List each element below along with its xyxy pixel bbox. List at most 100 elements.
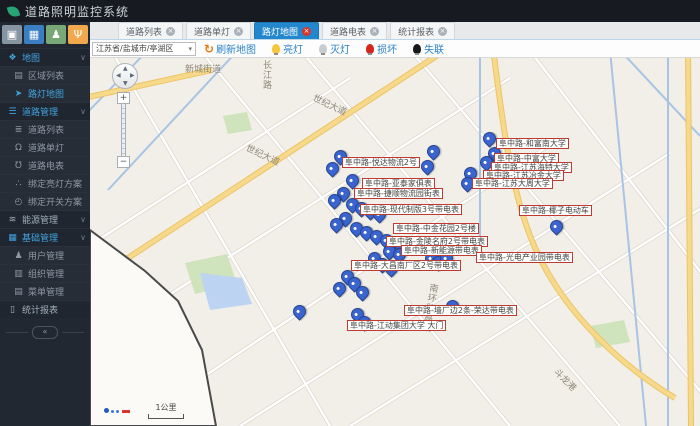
- sidebar-collapse-row: «: [0, 326, 90, 339]
- sidebar-item-label: 道路电表: [28, 162, 65, 172]
- street-name: 新城街道: [185, 65, 222, 75]
- app-logo-leaf-icon: [6, 4, 21, 18]
- sidebar-item-user-management[interactable]: ♟ 用户管理: [0, 246, 90, 264]
- sidebar-item-label: 统计报表: [22, 306, 59, 316]
- tab-label: 道路电表: [330, 27, 367, 38]
- org-management-icon: ▥: [14, 268, 23, 279]
- quick-buttons: ▣ ▦ ♟ Ψ: [0, 22, 90, 48]
- sidebar-item-map[interactable]: ❖ 地图 ∨: [0, 48, 90, 66]
- sidebar-item-road-list[interactable]: ≣ 道路列表: [0, 120, 90, 138]
- map-provider-logo: [104, 408, 130, 413]
- user-button[interactable]: ♟: [46, 25, 66, 44]
- divider: [62, 332, 84, 333]
- sidebar-item-label: 菜单管理: [28, 288, 65, 298]
- sidebar-item-road-management[interactable]: ☰ 道路管理 ∨: [0, 102, 90, 120]
- streetlight-label[interactable]: 阜中路-江动集团大学 大门: [347, 320, 447, 331]
- tab-label: 道路单灯: [194, 27, 231, 38]
- tab-road-single-light[interactable]: 道路单灯 ×: [186, 22, 252, 39]
- sidebar-item-energy-management[interactable]: ≋ 能源管理 ∨: [0, 210, 90, 228]
- road-meter-icon: ℧: [15, 160, 22, 171]
- zoom-in-button[interactable]: +: [117, 92, 130, 104]
- logo-dash: [122, 410, 130, 413]
- user-management-icon: ♟: [14, 250, 23, 261]
- tab-streetlight-map[interactable]: 路灯地图 ×: [254, 22, 320, 39]
- pan-down-arrow[interactable]: ▼: [123, 81, 128, 87]
- sidebar-item-road-single-light[interactable]: Ω 道路单灯: [0, 138, 90, 156]
- road-single-light-icon: Ω: [15, 142, 22, 153]
- map-scale-label: 1公里: [155, 403, 177, 412]
- modules-button[interactable]: ▦: [24, 25, 44, 44]
- sidebar-item-base-management[interactable]: ▦ 基础管理 ∨: [0, 228, 90, 246]
- streetlight-label[interactable]: 阜中路-和富南大学: [496, 138, 569, 149]
- pan-left-arrow[interactable]: ◀: [116, 73, 121, 79]
- logo-dot: [104, 408, 109, 413]
- sidebar-item-statistics-report[interactable]: ▯ 统计报表: [0, 300, 90, 318]
- refresh-map-label: 刷新地图: [216, 45, 257, 56]
- street-name: 长江路: [261, 60, 271, 90]
- monitor-button[interactable]: ▣: [2, 25, 22, 44]
- pan-up-arrow[interactable]: ▲: [123, 66, 128, 72]
- divider: [6, 332, 28, 333]
- sidebar-item-menu-management[interactable]: ▤ 菜单管理: [0, 282, 90, 300]
- sidebar-item-streetlight-map[interactable]: ➤ 路灯地图: [0, 84, 90, 102]
- streetlight-label[interactable]: 阜中路-椰子电动车: [519, 205, 592, 216]
- streetlight-label[interactable]: 阜中路-江苏大周大学: [472, 178, 553, 189]
- sidebar: ▣ ▦ ♟ Ψ ❖ 地图 ∨ ▤ 区域列表 ➤ 路灯地图 ☰ 道路管理 ∨ ≣ 道路列表 Ω 道路单灯 ℧ 道路电表…: [0, 22, 90, 426]
- legend-item-off: 灭灯: [319, 41, 350, 56]
- trophy-button[interactable]: Ψ: [68, 25, 88, 44]
- tab-close-icon[interactable]: ×: [438, 26, 448, 36]
- sidebar-item-label: 区域列表: [28, 72, 65, 82]
- bulb-damaged-icon: [366, 43, 375, 55]
- sidebar-item-bind-switch-plan[interactable]: ◴ 绑定开关方案: [0, 192, 90, 210]
- streetlight-label[interactable]: 阜中路-墙厂边2条-荣达带电表: [404, 305, 517, 316]
- tab-close-icon[interactable]: ×: [302, 26, 312, 36]
- bind-switch-plan-icon: ◴: [14, 196, 23, 207]
- tab-close-icon[interactable]: ×: [234, 26, 244, 36]
- sidebar-menu: ❖ 地图 ∨ ▤ 区域列表 ➤ 路灯地图 ☰ 道路管理 ∨ ≣ 道路列表 Ω 道路单灯 ℧ 道路电表 ∴ 绑定亮灯…: [0, 48, 90, 318]
- tab-label: 统计报表: [398, 27, 435, 38]
- logo-dot: [116, 410, 119, 413]
- sidebar-item-label: 道路管理: [22, 108, 59, 118]
- streetlight-map-icon: ➤: [14, 88, 23, 99]
- tab-road-list[interactable]: 道路列表 ×: [118, 22, 184, 39]
- map-icon: ❖: [8, 52, 17, 63]
- trophy-icon: Ψ: [73, 28, 83, 41]
- refresh-map-button[interactable]: ↻ 刷新地图: [204, 41, 257, 57]
- sidebar-item-region-list[interactable]: ▤ 区域列表: [0, 66, 90, 84]
- map-canvas[interactable]: 新城街道长江路世纪大道世纪大道南环路高架斗龙港阜中路-悦达物流2号阜中路-亚泰家…: [90, 58, 700, 426]
- streetlight-label[interactable]: 阜中路-中金花园2号楼: [393, 223, 479, 234]
- tab-close-icon[interactable]: ×: [166, 26, 176, 36]
- map-pan-control[interactable]: ▲ ▼ ◀ ▶: [112, 63, 138, 89]
- streetlight-label[interactable]: 阜中路-捷顺物流园街表: [354, 188, 443, 199]
- sidebar-item-label: 组织管理: [28, 270, 65, 280]
- zoom-out-button[interactable]: −: [117, 156, 130, 168]
- tab-road-meter[interactable]: 道路电表 ×: [322, 22, 388, 39]
- sidebar-item-bind-light-plan[interactable]: ∴ 绑定亮灯方案: [0, 174, 90, 192]
- base-management-icon: ▦: [8, 232, 17, 243]
- region-select-value: 江苏省/盐城市/亭湖区: [96, 44, 174, 53]
- map-scale-bar: [148, 414, 184, 419]
- tab-close-icon[interactable]: ×: [370, 26, 380, 36]
- modules-icon: ▦: [28, 28, 40, 41]
- bind-light-plan-icon: ∴: [15, 178, 22, 189]
- region-select[interactable]: 江苏省/盐城市/亭湖区 ▾: [92, 41, 196, 56]
- streetlight-label[interactable]: 阜中路-新能源带电表: [401, 245, 482, 256]
- sidebar-collapse-button[interactable]: «: [32, 326, 58, 339]
- streetlight-label[interactable]: 阜中路-大昌南厂区2号带电表: [351, 260, 461, 271]
- pan-right-arrow[interactable]: ▶: [130, 73, 135, 79]
- streetlight-label[interactable]: 阜中路-现代制版3号带电表: [360, 204, 462, 215]
- legend-label: 损坏: [377, 45, 398, 56]
- user-icon: ♟: [51, 28, 61, 41]
- chevron-down-icon: ∨: [80, 233, 86, 242]
- zoom-slider[interactable]: [121, 104, 126, 156]
- chevron-down-icon: ∨: [80, 215, 86, 224]
- streetlight-label[interactable]: 阜中路-光电产业园带电表: [476, 252, 573, 263]
- sidebar-item-label: 基础管理: [22, 234, 59, 244]
- streetlight-label[interactable]: 阜中路-悦达物流2号: [342, 157, 420, 168]
- sidebar-item-label: 能源管理: [22, 216, 59, 226]
- sidebar-item-label: 绑定亮灯方案: [28, 180, 83, 190]
- tab-statistics-report[interactable]: 统计报表 ×: [390, 22, 456, 39]
- sidebar-item-org-management[interactable]: ▥ 组织管理: [0, 264, 90, 282]
- sidebar-item-road-meter[interactable]: ℧ 道路电表: [0, 156, 90, 174]
- legend-label: 亮灯: [283, 45, 304, 56]
